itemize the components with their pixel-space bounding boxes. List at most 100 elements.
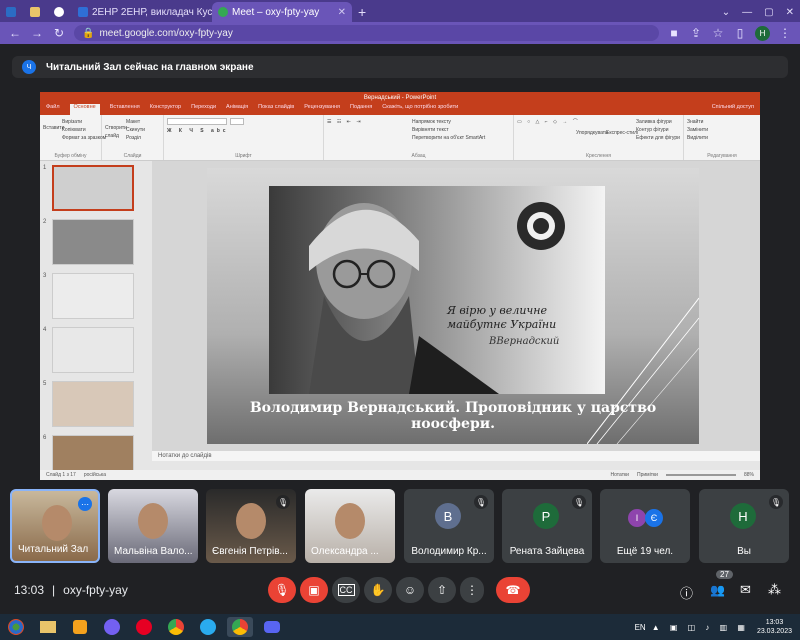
font-format-buttons[interactable]: Ж К Ч S abc	[167, 128, 320, 134]
taskbar-viber[interactable]	[99, 617, 125, 637]
new-slide-button[interactable]: Створити слайд	[105, 124, 127, 140]
ppt-ribbon-tab[interactable]: Конструктор	[150, 104, 181, 115]
copy-button[interactable]: Копіювати	[62, 126, 86, 134]
thumb-number: 6	[43, 435, 47, 441]
taskbar-telegram[interactable]	[195, 617, 221, 637]
ppt-ribbon-tab[interactable]: Показ слайдів	[258, 104, 294, 115]
raise-hand-button[interactable]: ✋	[364, 577, 392, 603]
taskbar-media[interactable]	[67, 617, 93, 637]
smartart-button[interactable]: Перетворити на об'єкт SmartArt	[412, 134, 485, 142]
taskbar-explorer[interactable]	[35, 617, 61, 637]
notes-pane[interactable]: Нотатки до слайдів	[152, 451, 760, 461]
participant-tile[interactable]: Мальвіна Вало...	[108, 489, 198, 563]
browser-tab-pinned-1[interactable]	[0, 2, 24, 22]
camera-icon[interactable]: ■	[667, 26, 681, 40]
ppt-ribbon-tab[interactable]: Рецензування	[304, 104, 340, 115]
captions-button[interactable]: CC	[332, 577, 360, 603]
zoom-level[interactable]: 88%	[744, 472, 754, 478]
slide-thumbnail-3[interactable]	[52, 273, 134, 319]
participant-tile[interactable]: В 🎙 Володимир Кр...	[404, 489, 494, 563]
text-direction-button[interactable]: Напрямок тексту	[412, 118, 451, 126]
ppt-ribbon-tab[interactable]: Анімація	[226, 104, 248, 115]
format-painter-button[interactable]: Формат за зразком	[62, 134, 106, 142]
minimize-icon[interactable]: —	[736, 2, 758, 22]
quick-styles-button[interactable]: Експрес-стилі	[606, 129, 638, 137]
tab-search-icon[interactable]: ⌄	[716, 2, 736, 22]
browser-tab-pinned-3[interactable]	[48, 2, 72, 22]
font-name-field[interactable]	[167, 118, 227, 125]
participant-tile[interactable]: Олександра ...	[305, 489, 395, 563]
zoom-slider[interactable]	[665, 474, 736, 476]
maximize-icon[interactable]: ▢	[758, 2, 779, 22]
slide-thumbnail-6[interactable]	[52, 435, 134, 470]
input-language[interactable]: EN	[635, 623, 646, 632]
taskbar-chrome-1[interactable]	[163, 617, 189, 637]
comments-toggle[interactable]: Примітки	[637, 472, 658, 478]
align-text-button[interactable]: Вирівняти текст	[412, 126, 449, 134]
back-icon[interactable]: ←	[8, 26, 22, 40]
participant-tile[interactable]: Н 🎙 Вы	[699, 489, 789, 563]
replace-button[interactable]: Замінити	[687, 126, 757, 134]
ppt-share-button[interactable]: Спільний доступ	[712, 104, 754, 115]
shape-effects-button[interactable]: Ефекти для фігури	[636, 134, 680, 142]
shape-fill-button[interactable]: Заливка фігури	[636, 118, 672, 126]
browser-tab-pinned-2[interactable]	[24, 2, 48, 22]
select-button[interactable]: Виділити	[687, 134, 757, 142]
ppt-ribbon-tab[interactable]: Файл	[46, 104, 60, 115]
notes-toggle[interactable]: Нотатки	[611, 472, 629, 478]
taskbar-chrome-2[interactable]	[227, 617, 253, 637]
more-options-button[interactable]: ⋮	[460, 577, 484, 603]
ppt-ribbon-tab[interactable]: Переходи	[191, 104, 216, 115]
participant-tile[interactable]: І Є Ещё 19 чел.	[600, 489, 690, 563]
people-icon[interactable]: 👥	[710, 583, 725, 597]
profile-avatar[interactable]: Н	[755, 25, 770, 41]
current-slide[interactable]: Я вірю у величне майбутнє України ВВерна…	[207, 168, 699, 444]
slide-thumbnail-4[interactable]	[52, 327, 134, 373]
mic-off-button[interactable]: 🎙	[268, 577, 296, 603]
start-button[interactable]	[3, 617, 29, 637]
address-bar[interactable]: 🔒 meet.google.com/oxy-fpty-yay	[74, 25, 659, 41]
cut-button[interactable]: Вирізати	[62, 118, 82, 126]
clock[interactable]: 13:03 23.03.2023	[757, 618, 792, 636]
close-icon[interactable]: ✕	[338, 7, 346, 18]
quote-text: Я вірю у величне майбутнє України	[447, 304, 557, 331]
section-button[interactable]: Розділ	[126, 134, 141, 142]
menu-icon[interactable]: ⋮	[778, 26, 792, 40]
shape-outline-button[interactable]: Контур фігури	[636, 126, 668, 134]
new-tab-button[interactable]: +	[352, 2, 372, 22]
participant-tile[interactable]: ⋯ Читальний Зал	[10, 489, 100, 563]
activities-icon[interactable]: ⁂	[768, 582, 781, 598]
info-icon[interactable]: ⓘ	[680, 583, 693, 602]
more-icon[interactable]: ⋯	[78, 497, 92, 511]
browser-tab-classroom[interactable]: 2ЕНР 2ЕНР, викладач Кусяй В.М ✕	[72, 2, 212, 22]
ppt-ribbon-tab[interactable]: Скажіть, що потрібно зробити	[382, 104, 458, 115]
share-icon[interactable]: ⇪	[689, 26, 703, 40]
taskbar-discord[interactable]	[259, 617, 285, 637]
reload-icon[interactable]: ↻	[52, 26, 66, 40]
leave-call-button[interactable]: ☎	[496, 577, 530, 603]
tray-icons[interactable]: ▲ ▣ ◫ ♪ ▥ ▦	[652, 623, 749, 632]
layout-button[interactable]: Макет	[126, 118, 140, 126]
participant-tile[interactable]: 🎙 Євгенія Петрів...	[206, 489, 296, 563]
ppt-ribbon-tab[interactable]: Вставлення	[110, 104, 140, 115]
reactions-button[interactable]: ☺	[396, 577, 424, 603]
taskbar-pinterest[interactable]	[131, 617, 157, 637]
chat-icon[interactable]: ✉	[740, 582, 751, 598]
star-icon[interactable]: ☆	[711, 26, 725, 40]
browser-tab-meet[interactable]: Meet – oxy-fpty-yay ✕	[212, 2, 352, 22]
forward-icon[interactable]: →	[30, 26, 44, 40]
participant-tile[interactable]: Р 🎙 Рената Зайцева	[502, 489, 592, 563]
slide-thumbnail-2[interactable]	[52, 219, 134, 265]
sidepanel-icon[interactable]: ▯	[733, 26, 747, 40]
present-button[interactable]: ⇧	[428, 577, 456, 603]
reset-button[interactable]: Скинути	[126, 126, 145, 134]
ppt-ribbon-tab[interactable]: Основне	[69, 104, 100, 115]
slide-thumbnail-1[interactable]	[52, 165, 134, 211]
font-size-field[interactable]	[230, 118, 244, 125]
slide-thumbnail-5[interactable]	[52, 381, 134, 427]
find-button[interactable]: Знайти	[687, 118, 757, 126]
camera-off-button[interactable]: ▣	[300, 577, 328, 603]
ppt-ribbon-tab[interactable]: Подання	[350, 104, 372, 115]
close-window-icon[interactable]: ✕	[780, 2, 800, 22]
arrange-button[interactable]: Упорядкувати	[576, 129, 608, 137]
